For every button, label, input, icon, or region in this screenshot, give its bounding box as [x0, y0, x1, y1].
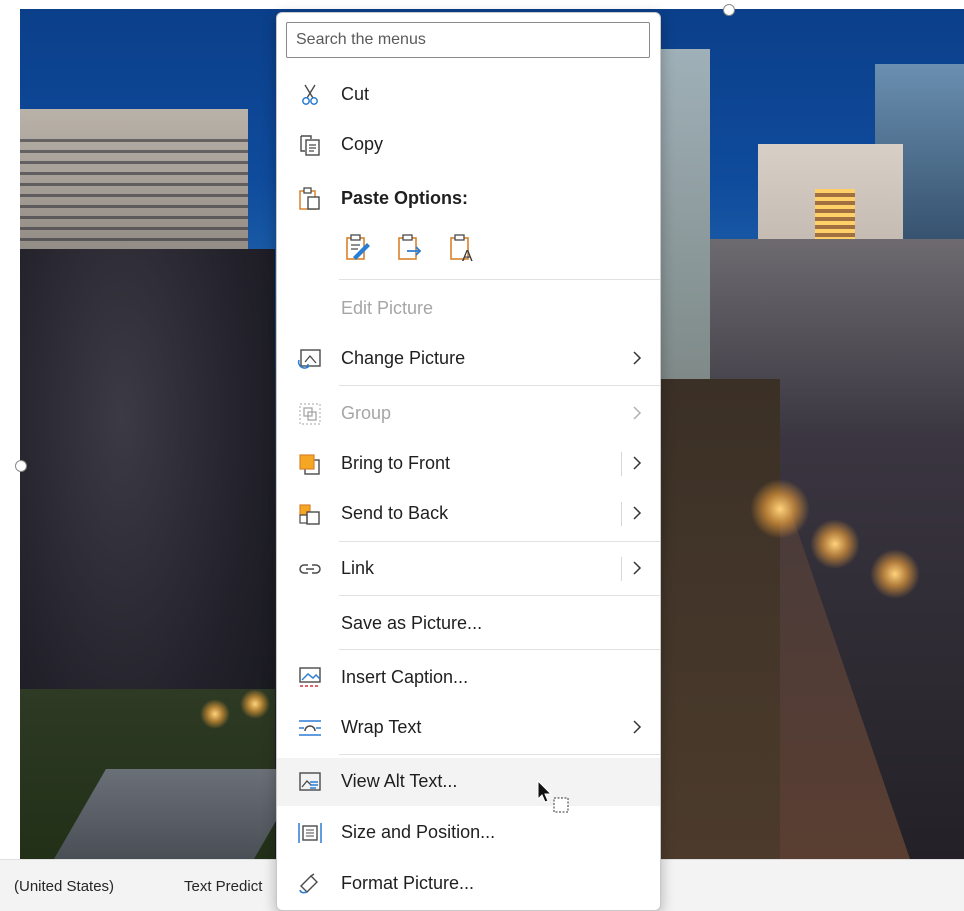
alt-text-icon: [299, 772, 321, 791]
menu-item-paste-options: Paste Options:: [277, 175, 660, 223]
text-predictions-status[interactable]: Text Predict: [184, 878, 262, 895]
menu-separator: [339, 649, 660, 650]
menu-item-label: Bring to Front: [341, 453, 451, 473]
insert-caption-icon: [299, 667, 321, 687]
streetlight-glow: [240, 689, 270, 719]
resize-handle-top[interactable]: [723, 4, 735, 16]
change-picture-icon: [297, 349, 321, 369]
menu-item-label: Format Picture...: [341, 873, 475, 893]
send-to-back-icon: [299, 504, 320, 525]
chevron-right-icon[interactable]: [630, 502, 644, 524]
paste-icon: [299, 187, 320, 210]
menu-separator: [339, 385, 660, 386]
menu-item-label: Size and Position...: [341, 822, 496, 842]
menu-item-insert-caption[interactable]: Insert Caption...: [277, 654, 660, 702]
menu-item-copy[interactable]: Copy: [277, 121, 660, 169]
link-icon: [299, 564, 321, 574]
menu-item-bring-to-front[interactable]: Bring to Front: [277, 440, 660, 488]
menu-item-wrap-text[interactable]: Wrap Text: [277, 704, 660, 752]
menu-item-label: Copy: [341, 134, 384, 154]
paste-merge-formatting-icon[interactable]: [395, 233, 425, 263]
menu-item-label: Change Picture: [341, 348, 466, 368]
menu-item-view-alt-text[interactable]: View Alt Text...: [277, 758, 660, 806]
chevron-right-icon: [633, 351, 642, 365]
mouse-cursor-icon: [537, 780, 569, 813]
language-status[interactable]: (United States): [14, 878, 114, 895]
split-divider: [621, 452, 622, 476]
split-divider: [621, 502, 622, 526]
menu-item-change-picture[interactable]: Change Picture: [277, 335, 660, 383]
menu-item-label: Edit Picture: [341, 298, 434, 318]
svg-text:A: A: [462, 248, 473, 263]
menu-item-save-as-picture[interactable]: Save as Picture...: [277, 600, 660, 648]
menu-item-edit-picture: Edit Picture: [277, 285, 660, 333]
menu-item-label: Link: [341, 558, 375, 578]
streetlight-glow: [200, 699, 230, 729]
chevron-right-icon: [633, 720, 642, 734]
copy-icon: [300, 135, 320, 156]
menu-item-label: Send to Back: [341, 503, 449, 523]
menu-item-format-picture[interactable]: Format Picture...: [277, 860, 660, 908]
context-menu: Cut Copy Paste Options: A: [276, 12, 661, 911]
scissors-icon: [302, 84, 318, 105]
chevron-right-icon[interactable]: [630, 452, 644, 474]
menu-separator: [339, 541, 660, 542]
menu-separator: [339, 595, 660, 596]
wrap-text-icon: [299, 720, 321, 736]
bring-to-front-icon: [299, 454, 320, 475]
city-hall-tower: [660, 49, 710, 379]
menu-item-label: Wrap Text: [341, 717, 422, 737]
streetlight-glow: [870, 549, 920, 599]
statue: [660, 379, 780, 859]
menu-item-link[interactable]: Link: [277, 545, 660, 593]
menu-item-label: Cut: [341, 84, 370, 104]
chevron-right-icon[interactable]: [630, 557, 644, 579]
menu-item-send-to-back[interactable]: Send to Back: [277, 490, 660, 538]
paste-text-only-icon[interactable]: A: [447, 233, 477, 263]
menu-item-group: Group: [277, 390, 660, 438]
menu-item-size-and-position[interactable]: Size and Position...: [277, 809, 660, 857]
paste-keep-formatting-icon[interactable]: [343, 233, 373, 263]
group-icon: [299, 403, 321, 425]
format-picture-icon: [299, 873, 318, 894]
menu-item-label: Insert Caption...: [341, 667, 469, 687]
menu-item-label: Paste Options:: [341, 188, 469, 208]
streetlight-glow: [750, 479, 810, 539]
chevron-right-icon: [633, 406, 642, 420]
menu-separator: [339, 279, 660, 280]
split-divider: [621, 557, 622, 581]
search-menus-input[interactable]: [286, 22, 650, 58]
menu-item-cut[interactable]: Cut: [277, 71, 660, 119]
resize-handle-left[interactable]: [15, 460, 27, 472]
menu-separator: [339, 754, 660, 755]
streetlight-glow: [810, 519, 860, 569]
menu-item-label: Group: [341, 403, 392, 423]
menu-item-label: View Alt Text...: [341, 771, 458, 791]
size-position-icon: [298, 823, 322, 843]
menu-item-label: Save as Picture...: [341, 613, 483, 633]
